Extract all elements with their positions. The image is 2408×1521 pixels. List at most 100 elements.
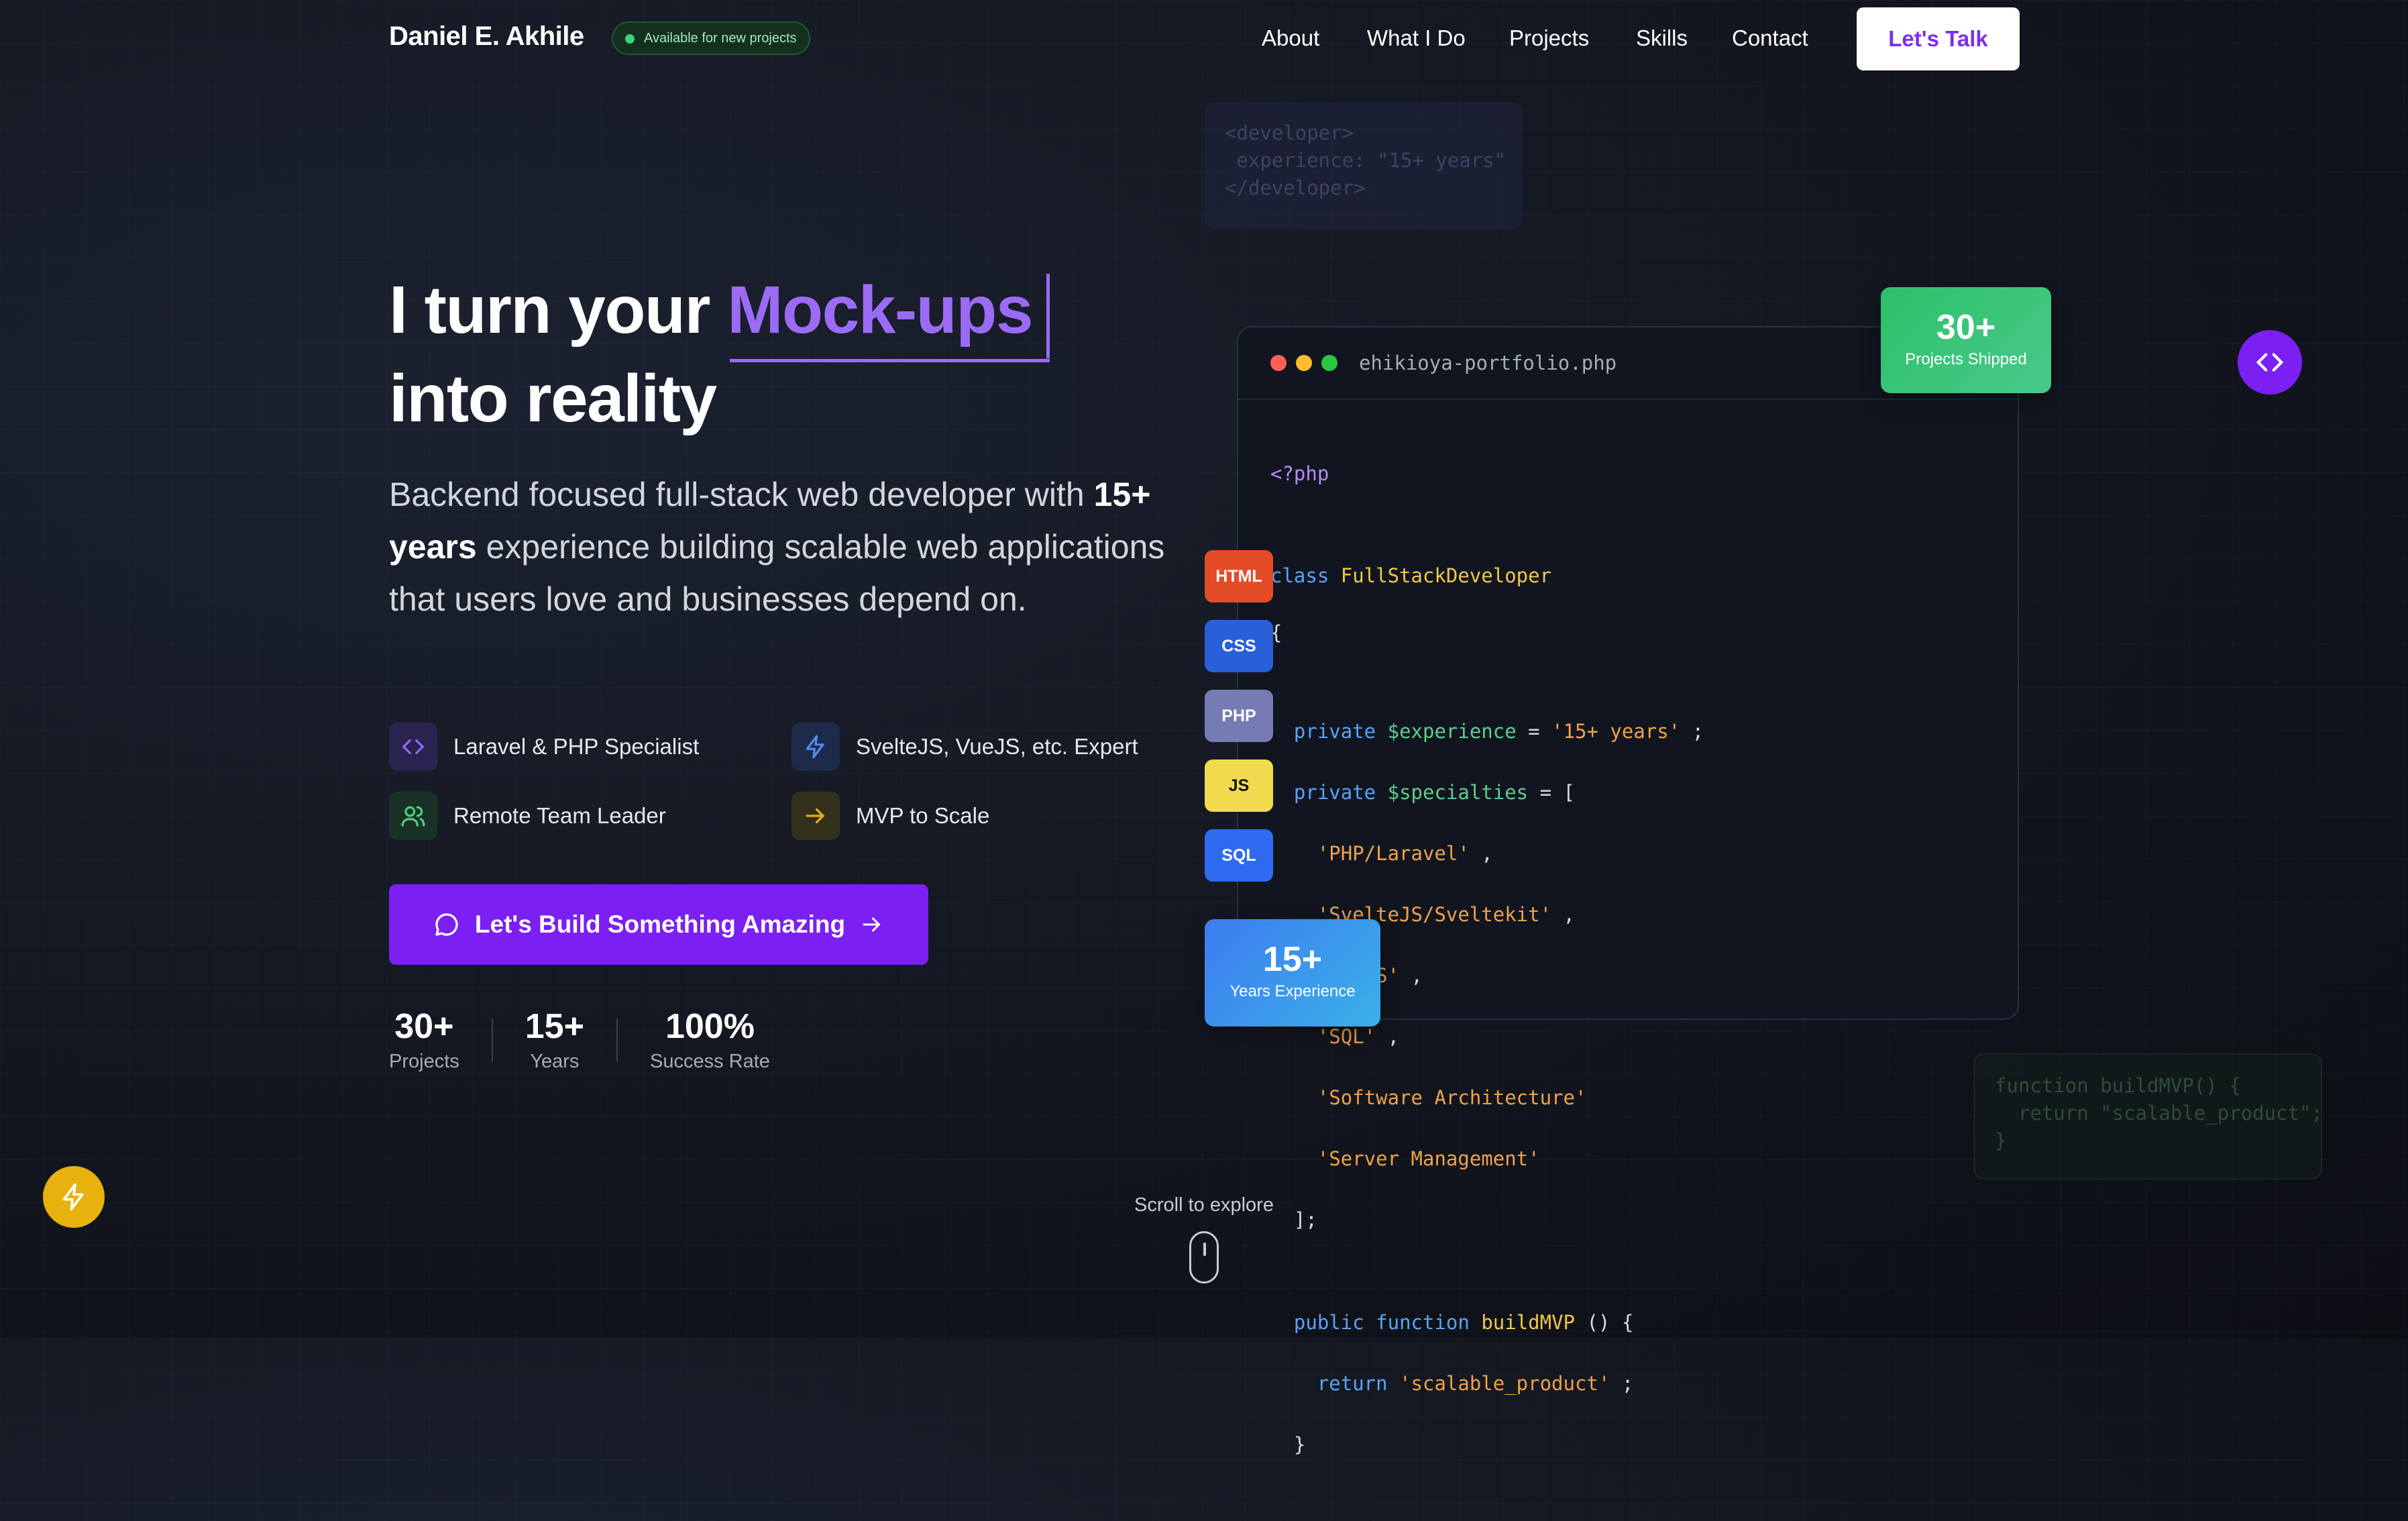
arrow-right-icon bbox=[863, 917, 881, 932]
feature-label: SvelteJS, VueJS, etc. Expert bbox=[856, 734, 1138, 759]
typing-cursor bbox=[1046, 274, 1050, 358]
badge-html: HTML bbox=[1205, 550, 1273, 602]
feature-laravel: Laravel & PHP Specialist bbox=[389, 723, 699, 771]
close-dot bbox=[1270, 355, 1287, 371]
brand-name[interactable]: Daniel E. Akhile bbox=[389, 21, 584, 52]
message-icon bbox=[435, 913, 458, 936]
code-token: , bbox=[1551, 903, 1575, 926]
badge-css: CSS bbox=[1205, 620, 1273, 672]
code-token: private bbox=[1293, 781, 1376, 804]
code-line: class FullStackDeveloper bbox=[1270, 561, 1704, 592]
hero-subtitle: Backend focused full-stack web developer… bbox=[389, 468, 1167, 625]
hero-title-pre: I turn your bbox=[389, 272, 710, 348]
code-token: = bbox=[1516, 720, 1552, 743]
hero-title-highlight-wrap: Mock-ups bbox=[727, 266, 1050, 362]
card-label: Projects Shipped bbox=[1905, 350, 2027, 368]
subtitle-pre: Backend focused full-stack web developer… bbox=[389, 476, 1085, 513]
nav-link-skills[interactable]: Skills bbox=[1636, 25, 1688, 51]
code-token: ; bbox=[1680, 720, 1704, 743]
card-value: 30+ bbox=[1936, 308, 1996, 347]
code-token: () { bbox=[1575, 1310, 1634, 1334]
code-token: ; bbox=[1610, 1371, 1634, 1395]
code-icon bbox=[389, 723, 437, 771]
hero-title-post: into reality bbox=[389, 361, 717, 436]
stat-years: 15+ Years bbox=[525, 1006, 584, 1073]
code-token: $experience bbox=[1387, 720, 1517, 743]
ghost-code-developer: <developer> experience: "15+ years" </de… bbox=[1205, 102, 1523, 229]
code-line: { bbox=[1270, 622, 1704, 643]
cta-label: Let's Build Something Amazing bbox=[474, 910, 846, 938]
code-window: ehikioya-portfolio.php <?php class FullS… bbox=[1237, 326, 2019, 1456]
stat-value: 30+ bbox=[394, 1007, 454, 1046]
stats-row: 30+ Projects 15+ Years 100% Success Rate bbox=[389, 1006, 770, 1073]
code-token: 'SQL' bbox=[1317, 1025, 1376, 1048]
code-line: public function buildMVP () { bbox=[1270, 1308, 1704, 1339]
stat-value: 15+ bbox=[525, 1007, 584, 1046]
code-line: ]; bbox=[1270, 1205, 1704, 1236]
lightning-icon bbox=[62, 1183, 84, 1211]
build-something-button[interactable]: Let's Build Something Amazing bbox=[389, 884, 928, 965]
code-token: class bbox=[1270, 564, 1329, 587]
years-experience-card: 15+ Years Experience bbox=[1205, 919, 1380, 1027]
lets-talk-button[interactable]: Let's Talk bbox=[1857, 7, 2020, 70]
maximize-dot bbox=[1321, 355, 1337, 371]
feature-label: Laravel & PHP Specialist bbox=[453, 734, 700, 759]
quick-action-button[interactable] bbox=[43, 1166, 105, 1228]
code-token: <?php bbox=[1270, 462, 1329, 485]
highlight-underline bbox=[730, 359, 1050, 362]
badge-php: PHP bbox=[1205, 690, 1273, 742]
code-toggle-button[interactable] bbox=[2238, 330, 2302, 395]
code-token: 'scalable_product' bbox=[1399, 1371, 1610, 1395]
subtitle-post: experience building scalable web applica… bbox=[389, 528, 1165, 618]
code-token: 'Software Architecture' bbox=[1317, 1086, 1587, 1109]
code-token: FullStackDeveloper bbox=[1340, 564, 1552, 587]
availability-badge: Available for new projects bbox=[612, 21, 810, 55]
feature-label: MVP to Scale bbox=[856, 803, 990, 828]
arrow-right-icon bbox=[791, 792, 840, 840]
mouse-icon bbox=[1189, 1231, 1219, 1283]
code-token: buildMVP bbox=[1481, 1310, 1575, 1334]
nav-link-projects[interactable]: Projects bbox=[1509, 25, 1589, 51]
nav-link-about[interactable]: About bbox=[1262, 25, 1319, 51]
hero-title-highlight: Mock-ups bbox=[727, 272, 1033, 348]
divider bbox=[616, 1018, 618, 1061]
code-filename: ehikioya-portfolio.php bbox=[1359, 352, 1617, 374]
stat-label: Success Rate bbox=[649, 1051, 770, 1072]
feature-svelte: SvelteJS, VueJS, etc. Expert bbox=[791, 723, 1138, 771]
code-line: <?php bbox=[1270, 459, 1704, 490]
code-token: ]; bbox=[1293, 1208, 1317, 1231]
status-dot bbox=[625, 34, 635, 44]
code-icon bbox=[2256, 353, 2284, 372]
code-token: return bbox=[1317, 1371, 1388, 1395]
nav-link-what-i-do[interactable]: What I Do bbox=[1367, 25, 1466, 51]
feature-remote: Remote Team Leader bbox=[389, 792, 666, 840]
stat-success: 100% Success Rate bbox=[650, 1006, 770, 1073]
feature-mvp: MVP to Scale bbox=[791, 792, 989, 840]
code-token: , bbox=[1469, 842, 1493, 865]
badge-sql: SQL bbox=[1205, 829, 1273, 882]
code-token: function bbox=[1376, 1310, 1470, 1334]
code-line: 'PHP/Laravel' , bbox=[1270, 839, 1704, 870]
availability-text: Available for new projects bbox=[644, 30, 797, 46]
projects-shipped-card: 30+ Projects Shipped bbox=[1881, 287, 2051, 393]
nav-link-contact[interactable]: Contact bbox=[1732, 25, 1808, 51]
code-token: , bbox=[1399, 964, 1423, 987]
stat-projects: 30+ Projects bbox=[389, 1006, 459, 1073]
hero-title: I turn your Mock-ups into reality bbox=[389, 266, 1050, 443]
code-line: return 'scalable_product' ; bbox=[1270, 1369, 1704, 1400]
code-line: } bbox=[1270, 1430, 1704, 1461]
minimize-dot bbox=[1296, 355, 1312, 371]
code-token: , bbox=[1376, 1025, 1400, 1048]
stat-value: 100% bbox=[665, 1007, 755, 1046]
code-token: $specialties bbox=[1387, 781, 1529, 804]
feature-label: Remote Team Leader bbox=[453, 803, 666, 828]
code-token: } bbox=[1293, 1432, 1306, 1456]
users-icon bbox=[389, 792, 437, 840]
badge-js: JS bbox=[1205, 759, 1273, 812]
stat-label: Years bbox=[530, 1051, 580, 1072]
code-line: 'Server Management' bbox=[1270, 1144, 1704, 1175]
divider bbox=[491, 1018, 493, 1061]
lightning-icon bbox=[791, 723, 840, 771]
code-line: private $specialties = [ bbox=[1270, 778, 1704, 808]
code-token: private bbox=[1293, 720, 1376, 743]
